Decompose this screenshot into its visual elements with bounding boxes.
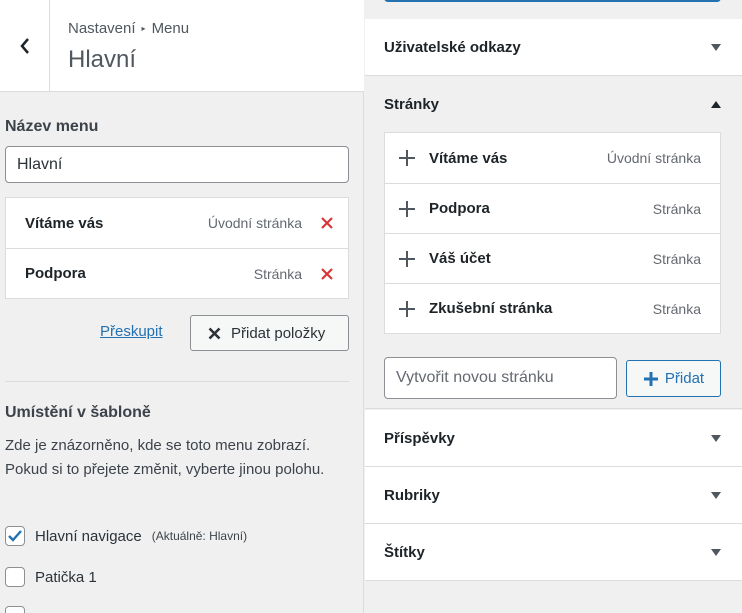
panel-header: Nastavení ▸ Menu Hlavní	[0, 0, 364, 92]
page-item-type: Stránka	[652, 200, 701, 217]
close-icon	[321, 267, 333, 280]
page-item-title: Zkušební stránka	[429, 300, 553, 317]
close-icon	[321, 217, 333, 229]
search-field[interactable]	[384, 0, 721, 2]
add-items-label: Přidat položky	[231, 324, 326, 342]
menu-name-input[interactable]	[5, 146, 349, 183]
menu-items-list: Vítáme vás Úvodní stránka Podpora Stránk…	[5, 197, 349, 299]
breadcrumb-separator-icon: ▸	[141, 24, 146, 33]
location-label: Hlavní navigace	[35, 527, 142, 545]
page-item-type: Stránka	[652, 250, 701, 267]
location-label: Patička 1	[35, 568, 97, 586]
menu-item[interactable]: Podpora Stránka	[6, 248, 348, 298]
section-custom-links[interactable]: Uživatelské odkazy	[365, 19, 742, 76]
menu-settings-panel: Nastavení ▸ Menu Hlavní Název menu Vítám…	[0, 0, 364, 613]
section-title: Příspěvky	[384, 429, 455, 447]
menu-name-label: Název menu	[5, 118, 99, 135]
page-item[interactable]: Váš účet Stránka	[385, 233, 720, 283]
section-tags[interactable]: Štítky	[365, 524, 742, 581]
breadcrumb: Nastavení ▸ Menu	[68, 20, 189, 37]
chevron-left-icon	[19, 38, 29, 54]
breadcrumb-root: Nastavení	[68, 20, 136, 37]
location-option-partial[interactable]	[5, 606, 25, 613]
page-item-type: Stránka	[652, 300, 701, 317]
add-page-label: Přidat	[664, 370, 705, 387]
divider	[5, 381, 349, 382]
chevron-up-icon	[711, 100, 721, 108]
page-title: Hlavní	[68, 46, 137, 73]
plus-icon	[399, 300, 415, 317]
breadcrumb-current: Menu	[151, 20, 190, 37]
location-note: (Aktuálně: Hlavní)	[151, 529, 248, 543]
locations-heading: Umístění v šabloně	[5, 404, 151, 421]
page-item-title: Podpora	[429, 200, 490, 217]
close-icon	[208, 327, 221, 339]
reorder-link[interactable]: Přeskupit	[100, 323, 163, 340]
plus-icon	[399, 200, 415, 217]
page-item-title: Váš účet	[429, 250, 491, 267]
add-page-button[interactable]: Přidat	[626, 360, 721, 397]
section-title: Štítky	[384, 543, 425, 561]
location-option-primary[interactable]: Hlavní navigace (Aktuálně: Hlavní)	[5, 526, 247, 546]
section-posts[interactable]: Příspěvky	[365, 410, 742, 467]
plus-icon	[399, 150, 415, 166]
back-button[interactable]	[0, 0, 50, 92]
plus-icon	[399, 250, 415, 267]
menu-item-title: Podpora	[25, 265, 86, 282]
menu-item-title: Vítáme vás	[25, 214, 104, 232]
chevron-down-icon	[711, 434, 721, 442]
chevron-down-icon	[711, 43, 721, 51]
section-categories[interactable]: Rubriky	[365, 467, 742, 524]
new-page-input[interactable]	[384, 357, 617, 399]
page-item[interactable]: Podpora Stránka	[385, 183, 720, 233]
menu-item-type: Stránka	[253, 265, 302, 282]
remove-item-button[interactable]	[318, 265, 336, 283]
section-title: Rubriky	[384, 486, 440, 504]
section-title: Stránky	[384, 95, 440, 113]
chevron-down-icon	[711, 491, 721, 499]
page-item[interactable]: Zkušební stránka Stránka	[385, 283, 720, 333]
section-title: Uživatelské odkazy	[384, 38, 521, 56]
location-checkbox[interactable]	[5, 606, 25, 613]
plus-icon	[643, 371, 658, 386]
location-checkbox[interactable]	[5, 567, 25, 587]
page-item-title: Vítáme vás	[429, 149, 508, 167]
add-items-button[interactable]: Přidat položky	[190, 315, 349, 351]
remove-item-button[interactable]	[318, 214, 336, 232]
location-checkbox[interactable]	[5, 526, 25, 546]
checkmark-icon	[8, 530, 22, 542]
menu-item-type: Úvodní stránka	[207, 215, 302, 231]
page-item-type: Úvodní stránka	[606, 150, 701, 166]
pages-list: Vítáme vás Úvodní stránka Podpora Stránk…	[384, 132, 721, 334]
section-pages-header[interactable]: Stránky	[365, 76, 742, 132]
section-pages: Stránky Vítáme vás Úvodní stránka Podpor…	[365, 76, 742, 409]
add-items-panel: Uživatelské odkazy Stránky Vítáme vás Úv…	[365, 0, 742, 613]
location-option-footer[interactable]: Patička 1	[5, 567, 97, 587]
page-item[interactable]: Vítáme vás Úvodní stránka	[385, 133, 720, 183]
locations-description: Zde je znázorněno, kde se toto menu zobr…	[5, 437, 325, 478]
chevron-down-icon	[711, 548, 721, 556]
menu-item[interactable]: Vítáme vás Úvodní stránka	[6, 198, 348, 248]
